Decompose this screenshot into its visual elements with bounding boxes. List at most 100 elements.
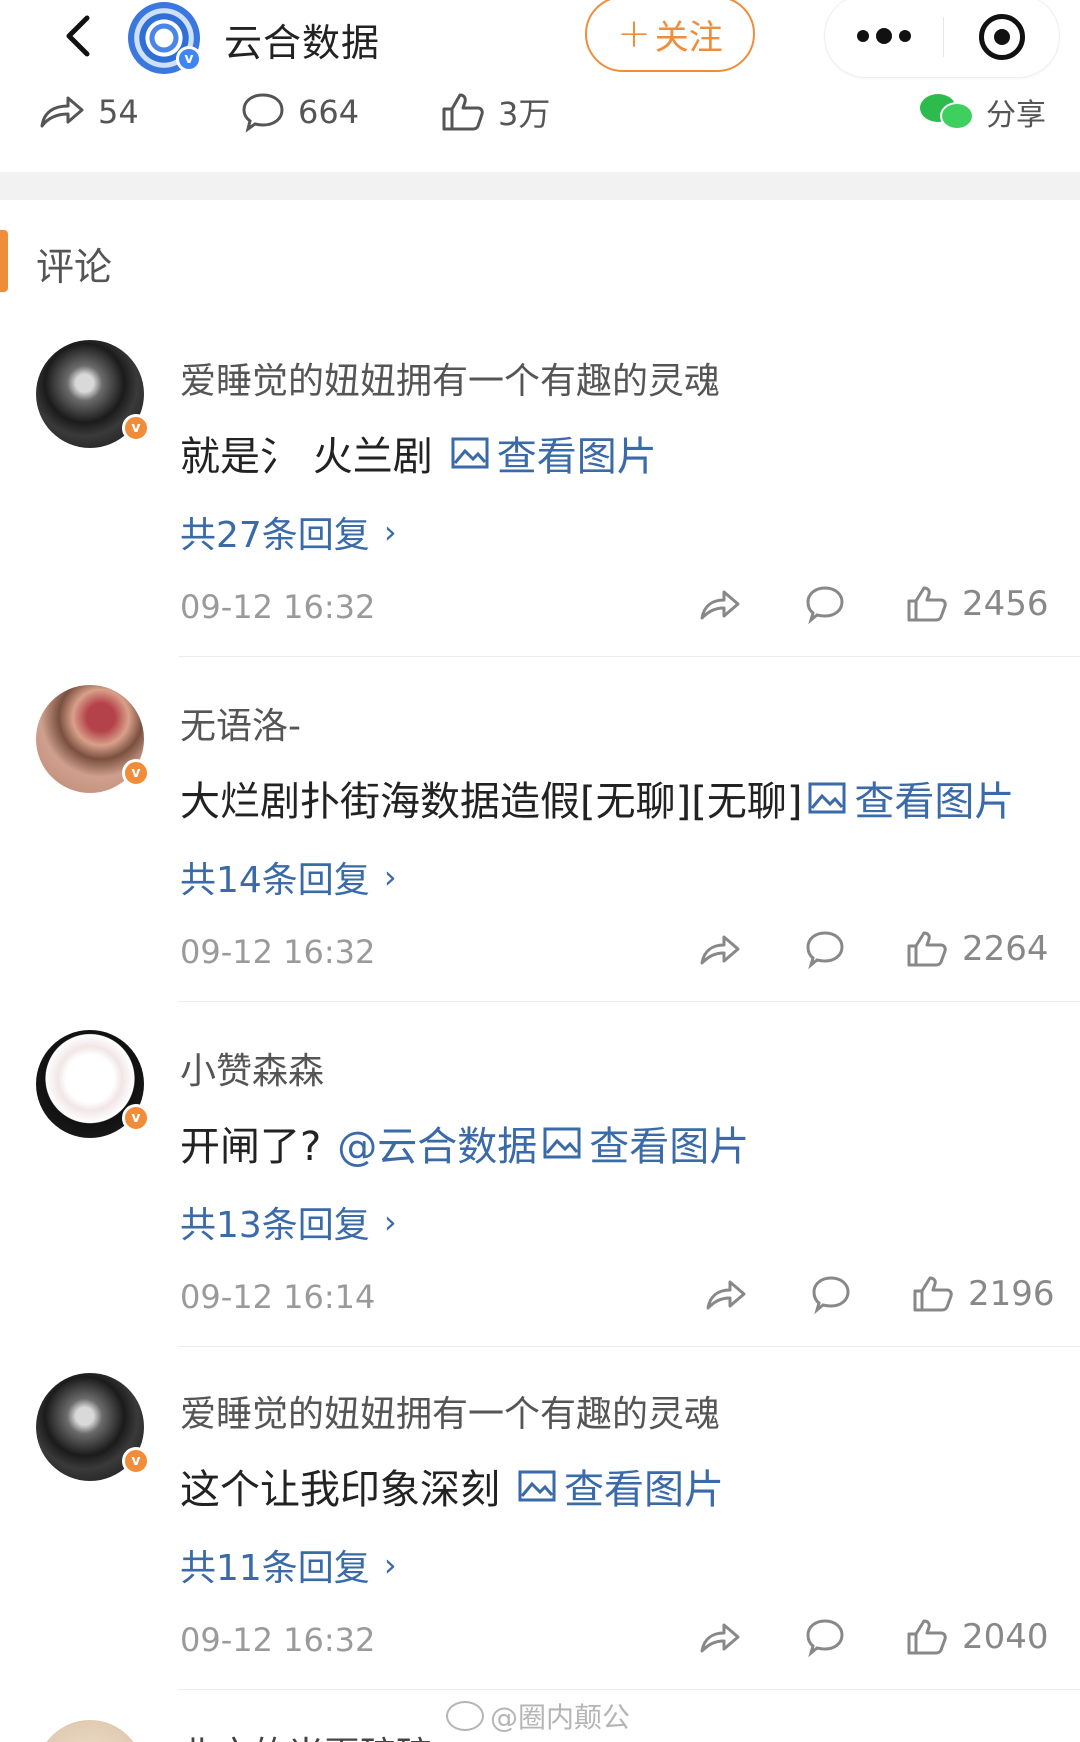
replies-label: 共13条回复 xyxy=(180,1205,370,1246)
repost-button[interactable]: 54 xyxy=(38,84,139,140)
comment-like-button[interactable]: 2040 xyxy=(906,1609,1049,1665)
wechat-icon xyxy=(920,92,978,132)
view-image-label: 查看图片 xyxy=(496,434,657,480)
vip-badge: v xyxy=(122,759,150,787)
comment-reply-button[interactable] xyxy=(810,1266,852,1322)
share-arrow-icon xyxy=(700,1623,740,1653)
comment-like-button[interactable]: 2264 xyxy=(906,921,1049,977)
comment-actions: 2040 xyxy=(0,1609,1080,1665)
thumbs-up-icon xyxy=(907,1619,947,1655)
close-mini-program-button[interactable] xyxy=(943,0,1061,79)
comment-actions: 2264 xyxy=(0,921,1080,977)
comment-repost-button[interactable] xyxy=(698,1609,742,1665)
thumbs-up-icon xyxy=(907,931,947,967)
comment-body: 这个让我印象深刻 xyxy=(180,1467,500,1513)
follow-button[interactable]: + 关注 xyxy=(585,0,755,72)
comment-repost-button[interactable] xyxy=(698,921,742,977)
comment-like-count: 2264 xyxy=(962,929,1049,969)
comment-body: 就是氵 火兰剧 xyxy=(180,434,433,480)
comment-bubble-icon xyxy=(806,1619,844,1657)
replies-link[interactable]: 共14条回复 › xyxy=(180,851,397,903)
comment-divider xyxy=(178,1689,1080,1690)
comment-divider xyxy=(178,656,1080,657)
thumbs-up-icon xyxy=(907,586,947,622)
target-close-icon xyxy=(979,14,1025,60)
comment-repost-button[interactable] xyxy=(698,576,742,632)
comment-like-count: 2040 xyxy=(962,1617,1049,1657)
comment-reply-button[interactable] xyxy=(804,1609,846,1665)
follow-label: 关注 xyxy=(654,17,723,58)
comment-username[interactable]: 无语洛- xyxy=(180,697,301,749)
user-avatar[interactable] xyxy=(36,1720,144,1742)
verified-badge: v xyxy=(176,46,202,72)
view-image-label: 查看图片 xyxy=(589,1124,750,1170)
comment-body: 大烂剧扑街海数据造假[无聊][无聊] xyxy=(180,779,803,825)
replies-link[interactable]: 共27条回复 › xyxy=(180,506,397,558)
comment-item: v 爱睡觉的妞妞拥有一个有趣的灵魂 这个让我印象深刻 查看图片 共11条回复 ›… xyxy=(0,1373,1080,1718)
comment-text: 这个让我印象深刻 查看图片 xyxy=(180,1457,724,1515)
comment-actions: 2196 xyxy=(0,1266,1080,1322)
user-avatar[interactable]: v xyxy=(36,685,150,793)
vip-badge: v xyxy=(122,1447,150,1475)
mention-link[interactable]: @云合数据 xyxy=(337,1114,537,1172)
repost-icon xyxy=(40,96,84,128)
comment-like-button[interactable]: 2456 xyxy=(906,576,1049,632)
vip-badge: v xyxy=(122,1104,150,1132)
comment-like-count: 2456 xyxy=(962,584,1049,624)
view-image-link[interactable]: 查看图片 xyxy=(543,1114,749,1172)
view-image-label: 查看图片 xyxy=(854,779,1015,825)
comment-username[interactable]: 爱睡觉的妞妞拥有一个有趣的灵魂 xyxy=(180,1385,720,1437)
watermark: @圈内颠公 xyxy=(446,1696,630,1736)
comment-bubble-icon xyxy=(806,586,844,624)
weibo-logo-icon xyxy=(446,1701,484,1731)
replies-link[interactable]: 共13条回复 › xyxy=(180,1196,397,1248)
account-name[interactable]: 云合数据 xyxy=(224,12,380,67)
user-avatar[interactable]: v xyxy=(36,1373,150,1481)
share-arrow-icon xyxy=(706,1280,746,1310)
more-dots-icon xyxy=(857,28,911,44)
comment-text: 就是氵 火兰剧 查看图片 xyxy=(180,424,657,482)
comment-username[interactable]: 北方的当夏碎碎 xyxy=(180,1726,432,1742)
replies-label: 共11条回复 xyxy=(180,1548,370,1589)
comment-reply-button[interactable] xyxy=(804,921,846,977)
comment-count: 664 xyxy=(298,93,360,131)
wechat-share-button[interactable]: 分享 xyxy=(920,84,1046,140)
comment-username[interactable]: 爱睡觉的妞妞拥有一个有趣的灵魂 xyxy=(180,352,720,404)
view-image-link[interactable]: 查看图片 xyxy=(808,769,1014,827)
comment-item: v 爱睡觉的妞妞拥有一个有趣的灵魂 就是氵 火兰剧 查看图片 共27条回复 › … xyxy=(0,340,1080,685)
back-button[interactable] xyxy=(56,14,100,58)
image-icon xyxy=(808,782,846,814)
user-avatar[interactable]: v xyxy=(36,340,150,448)
plus-icon: + xyxy=(617,11,651,57)
account-avatar[interactable]: v xyxy=(128,2,202,74)
comment-username[interactable]: 小赞森森 xyxy=(180,1042,324,1094)
replies-label: 共27条回复 xyxy=(180,515,370,556)
thumbs-up-icon xyxy=(442,93,484,131)
mini-program-capsule xyxy=(824,0,1060,78)
section-separator xyxy=(0,172,1080,200)
comment-reply-button[interactable] xyxy=(804,576,846,632)
comment-body: 开闸了? xyxy=(180,1124,322,1170)
comment-like-button[interactable]: 2196 xyxy=(912,1266,1055,1322)
user-avatar[interactable]: v xyxy=(36,1030,150,1138)
comment-divider xyxy=(178,1346,1080,1347)
section-marker xyxy=(0,230,8,292)
image-icon xyxy=(518,1470,556,1502)
like-count: 3万 xyxy=(498,95,551,133)
more-button[interactable] xyxy=(825,0,943,79)
comment-repost-button[interactable] xyxy=(704,1266,748,1322)
comments-section-title: 评论 xyxy=(36,245,113,289)
comment-item: v 无语洛- 大烂剧扑街海数据造假[无聊][无聊] 查看图片 共14条回复 › … xyxy=(0,685,1080,1030)
comment-count-button[interactable]: 664 xyxy=(240,84,359,140)
like-button[interactable]: 3万 xyxy=(440,84,550,140)
replies-label: 共14条回复 xyxy=(180,860,370,901)
vip-badge: v xyxy=(122,414,150,442)
comment-text: 大烂剧扑街海数据造假[无聊][无聊] 查看图片 xyxy=(180,769,1014,827)
view-image-link[interactable]: 查看图片 xyxy=(518,1457,724,1515)
comment-bubble-icon xyxy=(806,931,844,969)
view-image-link[interactable]: 查看图片 xyxy=(451,424,657,482)
comment-item: v 小赞森森 开闸了? @云合数据 查看图片 共13条回复 › 09-12 16… xyxy=(0,1030,1080,1375)
weibo-post-comments-page: v 云合数据 + 关注 54 664 3万 分享 评论 v 爱睡觉的妞妞拥有一个… xyxy=(0,0,1080,1742)
post-stats-bar: 54 664 3万 分享 xyxy=(0,84,1080,140)
replies-link[interactable]: 共11条回复 › xyxy=(180,1539,397,1591)
